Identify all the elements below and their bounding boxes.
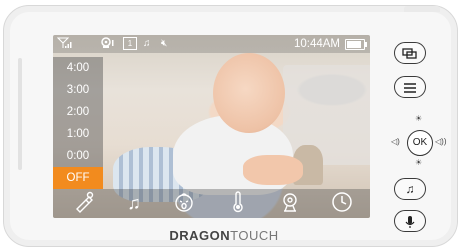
- timer-option[interactable]: 4:00: [53, 57, 103, 79]
- status-time: 10:44AM: [293, 38, 340, 50]
- menu-button[interactable]: [394, 76, 426, 98]
- display-icon: 1: [123, 37, 137, 51]
- music-note-icon[interactable]: ♫: [121, 191, 147, 215]
- timer-option[interactable]: 1:00: [53, 123, 103, 145]
- talk-button[interactable]: [394, 210, 426, 232]
- side-slot: [18, 58, 22, 170]
- signal-icon: [56, 37, 73, 51]
- brightness-down-icon[interactable]: ☀: [415, 158, 422, 167]
- status-bar: 1 ♫ 🔇︎ 10:44AM: [53, 35, 370, 53]
- feeding-bottle-icon[interactable]: [71, 191, 97, 215]
- brand-logo-part1: DRAGON: [169, 228, 231, 243]
- camera-screen: 1 ♫ 🔇︎ 10:44AM 4:00 3:00 2:00 1:00 0:00 …: [53, 35, 370, 218]
- dpad: ☀ ☀ ◁) ◁)) OK: [389, 112, 449, 172]
- volume-up-icon[interactable]: ◁)): [435, 137, 446, 146]
- thermometer-icon[interactable]: [225, 191, 251, 215]
- baby-arm: [243, 155, 303, 185]
- camera-count-icon: [101, 37, 117, 51]
- power-button[interactable]: [404, 6, 440, 12]
- lullaby-button[interactable]: ♫: [394, 178, 426, 200]
- mute-icon: 🔇︎: [161, 38, 168, 49]
- clock-icon[interactable]: [329, 191, 355, 215]
- timer-option-selected[interactable]: OFF: [53, 167, 103, 189]
- battery-icon: [345, 39, 367, 50]
- brightness-up-icon[interactable]: ☀: [415, 114, 422, 123]
- baby-head: [213, 53, 285, 133]
- camera-icon[interactable]: [277, 191, 303, 215]
- monitor-device: 1 ♫ 🔇︎ 10:44AM 4:00 3:00 2:00 1:00 0:00 …: [3, 5, 458, 247]
- ok-button[interactable]: OK: [407, 130, 433, 156]
- timer-menu: 4:00 3:00 2:00 1:00 0:00 OFF: [53, 57, 103, 189]
- timer-option[interactable]: 3:00: [53, 79, 103, 101]
- brand-logo: DRAGONTOUCH: [154, 228, 294, 244]
- bottom-toolbar: ♫: [53, 189, 370, 218]
- switch-screen-button[interactable]: [394, 42, 426, 64]
- timer-option[interactable]: 0:00: [53, 145, 103, 167]
- brand-logo-part2: TOUCH: [230, 228, 279, 243]
- music-icon: ♫: [143, 38, 151, 49]
- timer-option[interactable]: 2:00: [53, 101, 103, 123]
- volume-down-icon[interactable]: ◁): [391, 137, 400, 146]
- baby-cry-icon[interactable]: [171, 191, 197, 215]
